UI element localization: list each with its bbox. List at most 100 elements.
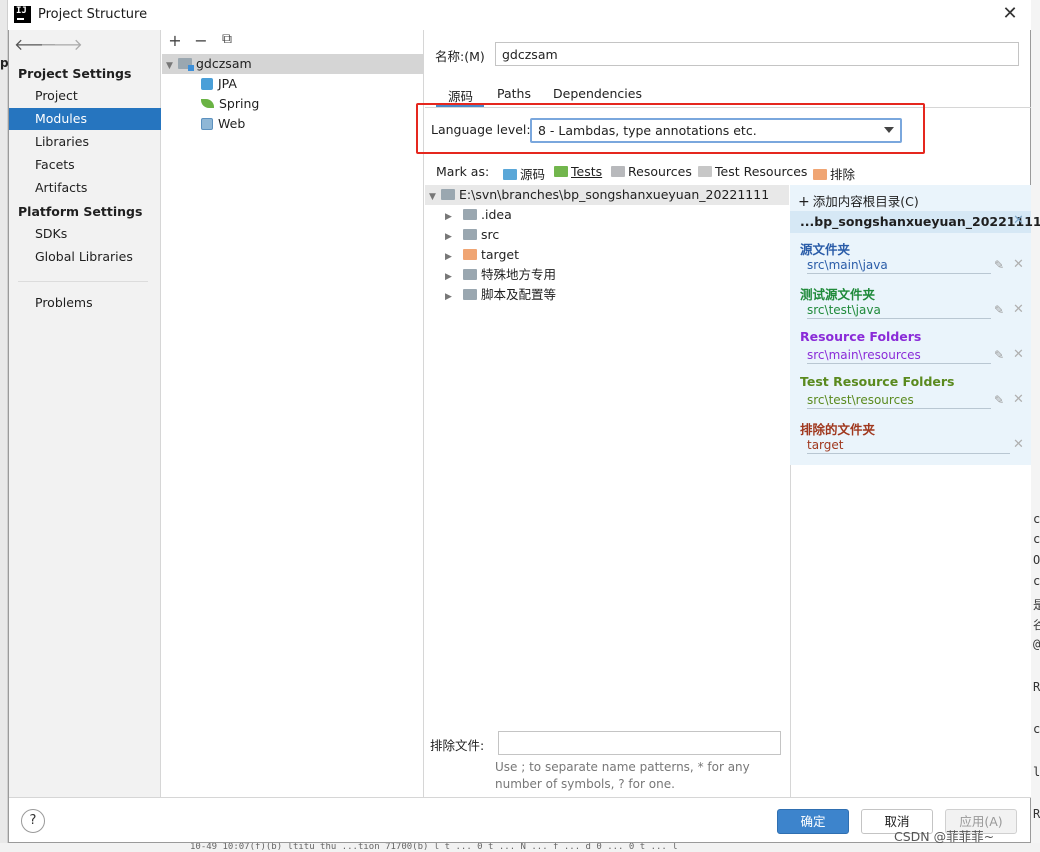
mark-label: Test Resources	[715, 164, 808, 179]
edit-pencil-icon[interactable]: ✎	[994, 258, 1004, 272]
sidebar-item-sdks[interactable]: SDKs	[9, 223, 161, 245]
intellij-app-icon: IJ	[14, 6, 31, 23]
content-root-path: E:\svn\branches\bp_songshanxueyuan_20221…	[459, 187, 770, 202]
mark-as-sources[interactable]: 源码	[503, 164, 545, 183]
copy-icon[interactable]: ⧉	[218, 31, 236, 47]
source-folders-header: 源文件夹	[800, 242, 851, 257]
remove-close-icon[interactable]: ✕	[1013, 392, 1024, 407]
content-root-name: ...bp_songshanxueyuan_20221111	[800, 214, 1040, 229]
tree-item-idea[interactable]: ▶ .idea	[445, 205, 512, 225]
sidebar-item-global-libraries[interactable]: Global Libraries	[9, 246, 161, 268]
tab-paths[interactable]: Paths	[497, 86, 531, 101]
sidebar-item-project[interactable]: Project	[9, 85, 161, 107]
tree-item-target[interactable]: ▶ target	[445, 245, 519, 265]
edit-pencil-icon[interactable]: ✎	[994, 348, 1004, 362]
facet-item-jpa[interactable]: JPA	[201, 74, 237, 94]
bg-char: ch	[1033, 532, 1040, 546]
expand-arrow-icon[interactable]: ▼	[166, 56, 178, 76]
module-tree-root[interactable]: ▼ gdczsam	[162, 54, 424, 74]
help-button[interactable]: ?	[21, 809, 45, 833]
expand-arrow-icon[interactable]: ▼	[429, 187, 441, 207]
footer-divider	[9, 797, 1031, 798]
sidebar-item-libraries[interactable]: Libraries	[9, 131, 161, 153]
test-source-folders-header: 测试源文件夹	[800, 287, 876, 302]
test-resource-folders-header: Test Resource Folders	[800, 374, 955, 389]
collapse-arrow-icon[interactable]: ▶	[445, 207, 457, 227]
bg-char: 是	[1033, 598, 1040, 612]
bg-char: 谷	[1033, 618, 1040, 632]
collapse-arrow-icon[interactable]: ▶	[445, 267, 457, 287]
edit-pencil-icon[interactable]: ✎	[994, 393, 1004, 407]
collapse-arrow-icon[interactable]: ▶	[445, 227, 457, 247]
bg-char: ct	[1033, 722, 1040, 736]
close-icon[interactable]: ✕	[1000, 4, 1020, 24]
tree-item-label: 脚本及配置等	[481, 287, 557, 302]
remove-root-close-icon[interactable]: ✕	[1013, 213, 1024, 228]
source-folder-path[interactable]: src\main\java	[807, 258, 991, 274]
resource-folder-path[interactable]: src\main\resources	[807, 348, 991, 364]
exclude-hint-line: Use ; to separate name patterns, * for a…	[495, 760, 750, 774]
remove-close-icon[interactable]: ✕	[1013, 347, 1024, 362]
remove-close-icon[interactable]: ✕	[1013, 302, 1024, 317]
background-left-edge: p	[0, 0, 9, 843]
ok-button[interactable]: 确定	[777, 809, 849, 834]
exclude-hint: Use ; to separate name patterns, * for a…	[495, 759, 785, 793]
sidebar-item-facets[interactable]: Facets	[9, 154, 161, 176]
title-bar	[8, 0, 1031, 30]
bg-char: OE	[1033, 553, 1040, 567]
exclude-files-input[interactable]	[498, 731, 781, 755]
test-resource-folder-icon	[698, 166, 712, 177]
folder-icon	[463, 229, 477, 240]
add-content-root-button[interactable]: + 添加内容根目录(C)	[798, 191, 919, 210]
exclude-files-label: 排除文件:	[430, 738, 485, 753]
module-tree-pane	[162, 30, 424, 797]
web-icon	[201, 118, 213, 130]
excluded-folder-path[interactable]: target	[807, 438, 1010, 454]
tree-item-special[interactable]: ▶ 特殊地方专用	[445, 265, 556, 285]
resource-folder-icon	[611, 166, 625, 177]
remove-icon[interactable]: −	[192, 31, 210, 50]
tree-item-scripts[interactable]: ▶ 脚本及配置等	[445, 285, 556, 305]
mark-as-excluded[interactable]: 排除	[813, 164, 855, 183]
module-folder-icon	[178, 58, 194, 71]
bg-char: la	[1033, 765, 1040, 779]
sidebar-item-artifacts[interactable]: Artifacts	[9, 177, 161, 199]
highlight-annotation-box	[416, 103, 925, 154]
edit-pencil-icon[interactable]: ✎	[994, 303, 1004, 317]
folder-icon	[463, 289, 477, 300]
bg-char: @	[1033, 637, 1040, 651]
sidebar-item-problems[interactable]: Problems	[9, 292, 161, 314]
test-resource-folder-path[interactable]: src\test\resources	[807, 393, 991, 409]
collapse-arrow-icon[interactable]: ▶	[445, 287, 457, 307]
remove-close-icon[interactable]: ✕	[1013, 257, 1024, 272]
excluded-folders-header: 排除的文件夹	[800, 422, 876, 437]
tab-dependencies[interactable]: Dependencies	[553, 86, 642, 101]
mark-as-tests[interactable]: Tests	[554, 164, 602, 179]
facet-item-web[interactable]: Web	[201, 114, 245, 134]
content-root-row[interactable]: ▼ E:\svn\branches\bp_songshanxueyuan_2022…	[425, 185, 789, 205]
window-title: Project Structure	[38, 7, 148, 22]
csdn-watermark: CSDN @菲菲菲~	[894, 829, 995, 844]
mark-label: 源码	[520, 167, 546, 182]
tree-item-label: src	[481, 227, 500, 242]
test-source-folder-path[interactable]: src\test\java	[807, 303, 991, 319]
remove-close-icon[interactable]: ✕	[1013, 437, 1024, 452]
mark-as-test-resources[interactable]: Test Resources	[698, 164, 807, 179]
tree-item-label: 特殊地方专用	[481, 267, 557, 282]
source-folder-icon	[503, 169, 517, 180]
test-folder-icon	[554, 166, 568, 177]
module-name-input[interactable]	[495, 42, 1019, 66]
project-settings-header: Project Settings	[18, 66, 132, 81]
sidebar-item-modules[interactable]: Modules	[9, 108, 161, 130]
excluded-folder-icon	[463, 249, 477, 260]
tree-item-src[interactable]: ▶ src	[445, 225, 499, 245]
facet-label: JPA	[218, 76, 237, 91]
module-name: gdczsam	[196, 56, 252, 71]
collapse-arrow-icon[interactable]: ▶	[445, 247, 457, 267]
sidebar-divider	[18, 281, 148, 282]
facet-item-spring[interactable]: Spring	[201, 94, 259, 114]
add-icon[interactable]: +	[166, 31, 184, 50]
bg-char: c	[1033, 512, 1040, 526]
mark-as-resources[interactable]: Resources	[611, 164, 692, 179]
forward-arrow-icon[interactable]: 🡒	[40, 34, 83, 54]
